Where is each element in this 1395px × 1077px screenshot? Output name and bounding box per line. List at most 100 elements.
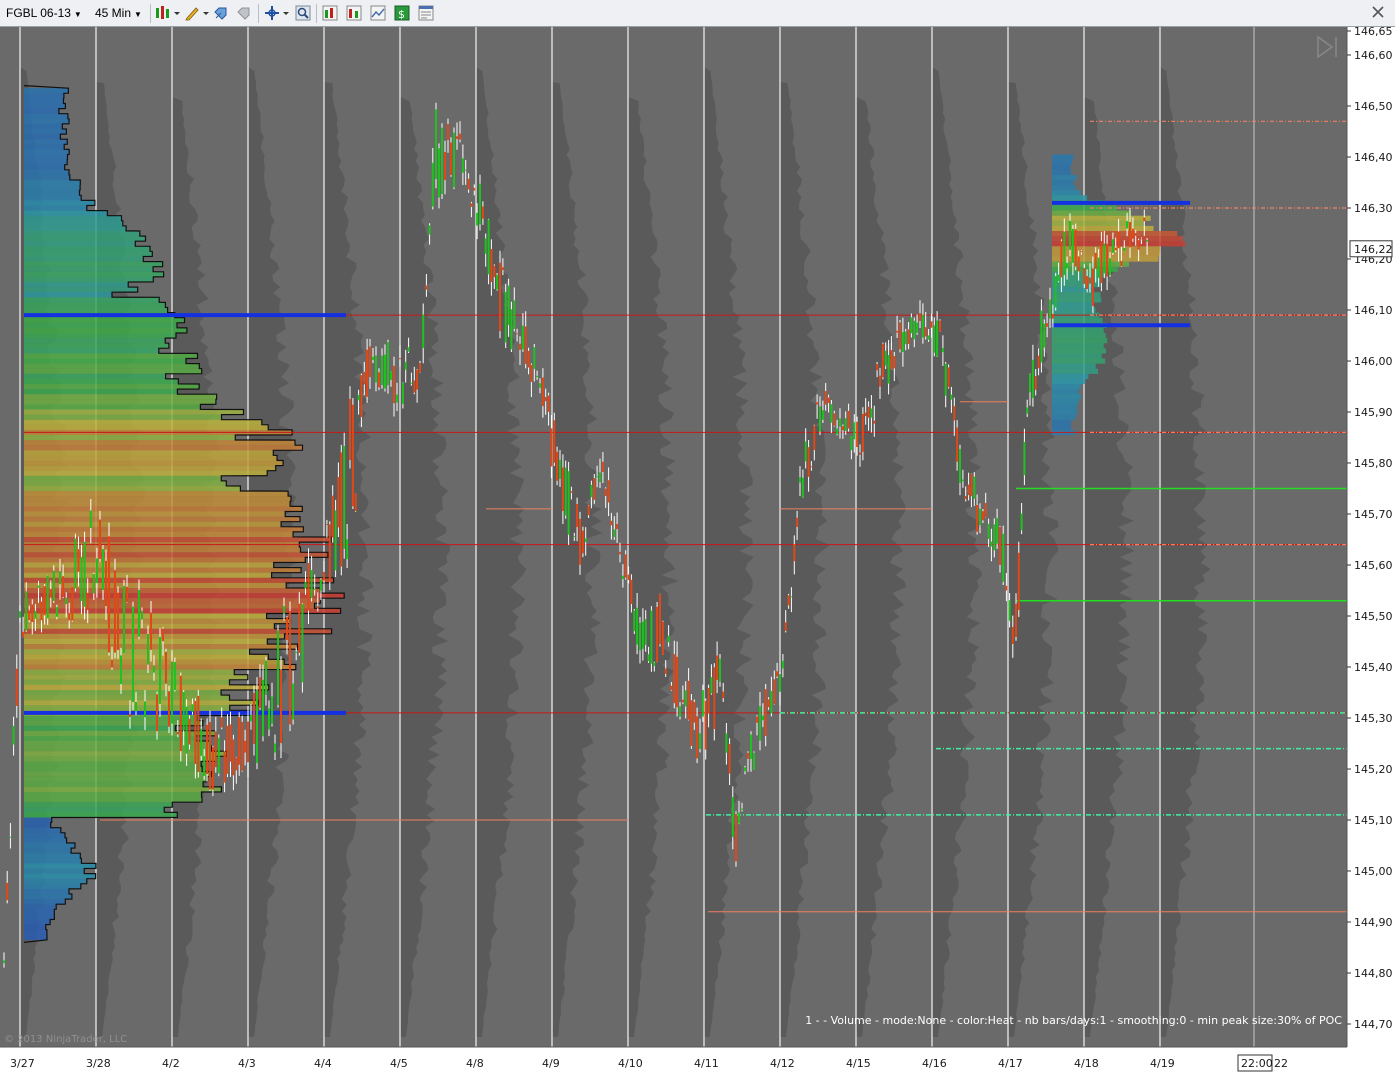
- candle-body: [226, 725, 229, 774]
- date-label: 4/4: [314, 1057, 332, 1070]
- volume-profile-row: [24, 195, 82, 201]
- volume-profile-row: [24, 557, 306, 563]
- candle-body: [334, 510, 337, 571]
- candle-body: [447, 124, 449, 141]
- candle-body: [77, 549, 80, 572]
- candle-body: [1134, 233, 1137, 236]
- candle-body: [431, 162, 434, 207]
- candle-body: [761, 715, 764, 721]
- candle-body: [214, 731, 217, 768]
- candle-body: [907, 329, 910, 344]
- interval-selector[interactable]: 45 Min ▼: [95, 4, 142, 22]
- candle-body: [841, 426, 844, 431]
- candle-body: [904, 331, 907, 345]
- chart-template-icon[interactable]: [370, 5, 386, 21]
- chart-toolbar: FGBL 06-13 ▼ 45 Min ▼ $: [0, 0, 1395, 27]
- candle-body: [541, 377, 544, 407]
- money-icon[interactable]: $: [394, 5, 410, 21]
- price-label: 145,60: [1354, 559, 1393, 572]
- chart-panel[interactable]: 146,65 146,60 146,50 146,40 146,30 146,20 146,…: [0, 27, 1395, 1077]
- volume-profile-row: [1052, 327, 1104, 334]
- candle-body: [1146, 240, 1149, 242]
- zoom-icon[interactable]: [295, 5, 311, 21]
- candle-body: [349, 398, 351, 461]
- candle-body: [644, 619, 647, 645]
- candle-body: [52, 570, 55, 601]
- volume-profile-row: [24, 496, 291, 502]
- candle-body: [664, 668, 667, 674]
- candle-body: [464, 169, 467, 171]
- candle-body: [850, 436, 853, 451]
- candle-body: [357, 395, 360, 401]
- candle-body: [256, 690, 258, 763]
- candle-body: [399, 358, 401, 360]
- candle-body: [1015, 603, 1017, 637]
- candle-body: [781, 660, 784, 669]
- candle-body: [1086, 276, 1089, 289]
- candle-body: [921, 314, 924, 338]
- candle-body: [220, 717, 223, 728]
- candle-body: [601, 461, 604, 472]
- volume-profile-row: [24, 827, 61, 833]
- candle-body: [484, 238, 487, 254]
- volume-profile-row: [24, 649, 250, 655]
- rocket-icon[interactable]: [213, 5, 229, 21]
- candle-body: [873, 420, 876, 424]
- candle-body: [516, 333, 519, 335]
- candle-body: [271, 696, 273, 724]
- candle-body: [676, 656, 679, 708]
- strategies-icon[interactable]: [346, 5, 362, 21]
- candle-body: [360, 375, 363, 417]
- candle-body: [1011, 626, 1014, 644]
- candle-body: [369, 346, 371, 378]
- price-chart[interactable]: 146,65146,60146,50146,40146,30146,20146,…: [0, 27, 1395, 1077]
- properties-icon[interactable]: [418, 5, 434, 21]
- bar-chart-style-icon[interactable]: [155, 5, 181, 21]
- candle-body: [203, 756, 206, 776]
- volume-profile-row: [24, 465, 276, 471]
- candle-body: [584, 538, 587, 542]
- candle-body: [870, 408, 873, 418]
- indicators-icon[interactable]: [322, 5, 338, 21]
- volume-profile-row: [24, 837, 67, 844]
- candle-body: [627, 574, 630, 580]
- candle-body: [209, 722, 211, 790]
- candle-body: [444, 152, 446, 181]
- candle-body: [570, 491, 573, 493]
- date-label: 4/15: [846, 1057, 871, 1070]
- candle-body: [162, 628, 164, 642]
- crosshair-icon[interactable]: [264, 5, 290, 21]
- candle-body: [496, 275, 499, 290]
- candle-body: [102, 549, 104, 590]
- candle-body: [1111, 239, 1114, 253]
- candle-body: [539, 383, 541, 388]
- volume-profile-row: [24, 139, 68, 145]
- volume-profile-row: [24, 103, 66, 109]
- close-icon[interactable]: [1369, 3, 1387, 21]
- candle-body: [673, 654, 676, 704]
- volume-profile-row: [24, 843, 75, 849]
- candle-body: [105, 560, 107, 607]
- volume-profile-row: [24, 883, 81, 889]
- candle-body: [280, 669, 282, 743]
- volume-profile-row: [24, 419, 262, 425]
- instrument-selector[interactable]: FGBL 06-13 ▼: [6, 4, 82, 22]
- date-label: 4/9: [542, 1057, 560, 1070]
- candle-body: [179, 675, 182, 752]
- candle-body: [1023, 441, 1026, 476]
- candle-body: [331, 495, 334, 538]
- price-label: 145,00: [1354, 865, 1393, 878]
- candle-body: [941, 347, 944, 353]
- volume-profile-row: [1052, 246, 1161, 252]
- candle-body: [881, 343, 884, 378]
- toolbar-divider: [316, 4, 317, 23]
- candle-body: [141, 610, 143, 620]
- pencil-draw-icon[interactable]: [184, 5, 210, 21]
- candle-body: [707, 688, 710, 714]
- volume-profile-row: [24, 368, 202, 374]
- volume-profile-row: [24, 343, 169, 349]
- date-label: 4/11: [694, 1057, 719, 1070]
- candle-body: [188, 718, 191, 745]
- volume-profile-row: [24, 572, 272, 578]
- candle-body: [470, 203, 473, 207]
